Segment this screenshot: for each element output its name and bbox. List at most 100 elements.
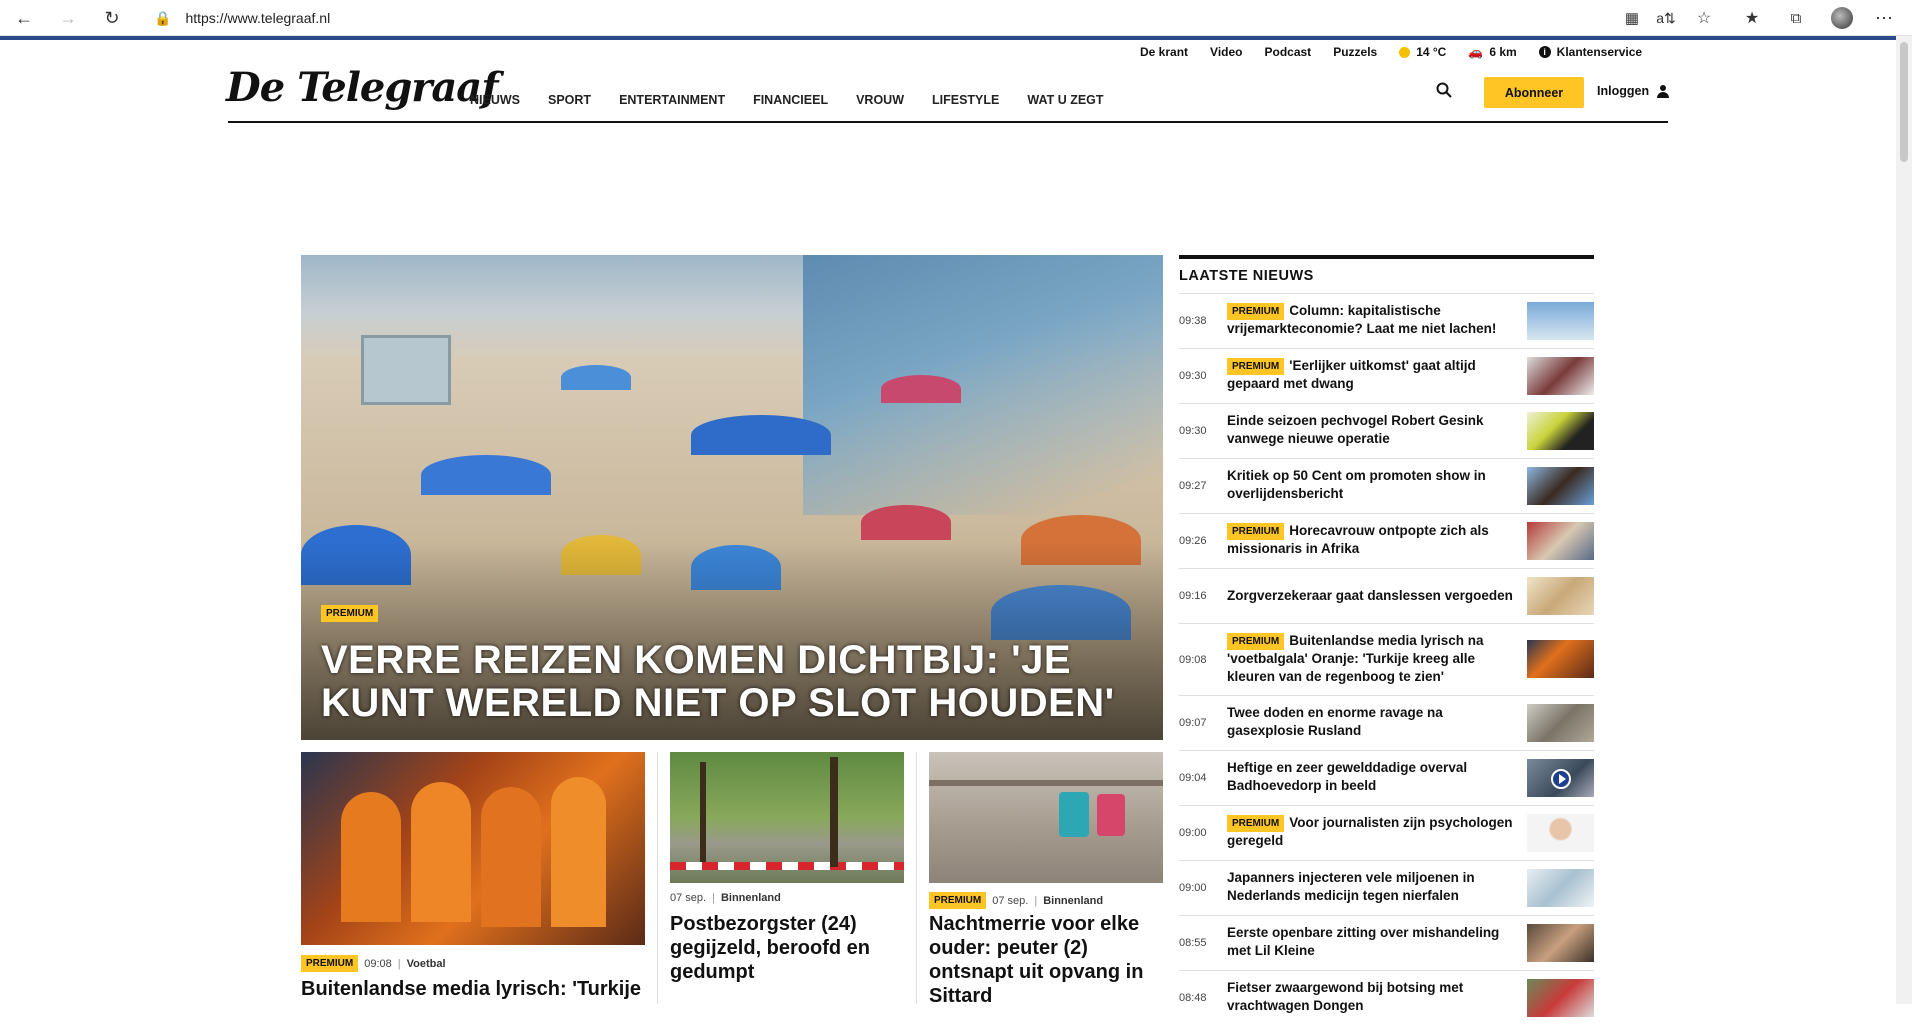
nav-item-entertainment[interactable]: ENTERTAINMENT <box>619 93 725 107</box>
list-item[interactable]: 09:16 Zorgverzekeraar gaat danslessen ve… <box>1179 568 1594 623</box>
item-title[interactable]: PREMIUM Column: kapitalistische vrijemark… <box>1227 302 1522 338</box>
premium-badge: PREMIUM <box>1227 358 1285 375</box>
article-time: 09:08 <box>364 957 392 970</box>
play-icon[interactable] <box>1551 769 1571 789</box>
item-title[interactable]: Einde seizoen pechvogel Robert Gesink va… <box>1227 412 1522 448</box>
item-title[interactable]: Twee doden en enorme ravage na gasexplos… <box>1227 704 1522 740</box>
list-item[interactable]: 09:27 Kritiek op 50 Cent om promoten sho… <box>1179 458 1594 513</box>
tree-trunk <box>830 757 838 867</box>
article-time: 07 sep. <box>670 892 707 904</box>
search-icon[interactable] <box>1436 82 1452 103</box>
item-thumbnail <box>1527 869 1594 907</box>
sun-icon <box>1399 46 1411 58</box>
police-tape <box>670 862 904 870</box>
header-divider <box>228 121 1668 123</box>
premium-badge: PREMIUM <box>301 955 359 972</box>
more-icon[interactable]: ⋯ <box>1872 6 1896 30</box>
profile-avatar[interactable] <box>1830 6 1854 30</box>
back-icon[interactable]: ← <box>12 6 36 30</box>
item-title[interactable]: Eerste openbare zitting over mishandelin… <box>1227 924 1522 960</box>
item-title[interactable]: PREMIUM 'Eerlijker uitkomst' gaat altijd … <box>1227 357 1522 393</box>
refresh-icon[interactable]: ↻ <box>100 6 124 30</box>
article-card[interactable]: PREMIUM 09:08 | Voetbal Buitenlandse medi… <box>301 752 645 1004</box>
user-icon <box>1657 84 1670 98</box>
link-podcast[interactable]: Podcast <box>1265 45 1312 59</box>
item-title[interactable]: Kritiek op 50 Cent om promoten show in o… <box>1227 467 1522 503</box>
article-title[interactable]: Postbezorgster (24) gegijzeld, beroofd e… <box>670 912 904 984</box>
favorites-icon[interactable]: ★ <box>1740 6 1764 30</box>
hero-image-umbrella <box>861 505 951 540</box>
item-title[interactable]: Heftige en zeer gewelddadige overval Bad… <box>1227 759 1522 795</box>
forward-icon[interactable]: → <box>56 6 80 30</box>
nav-item-lifestyle[interactable]: LIFESTYLE <box>932 93 999 107</box>
translate-icon[interactable]: a⇅ <box>1654 6 1678 30</box>
item-title[interactable]: Japanners injecteren vele miljoenen in N… <box>1227 869 1522 905</box>
article-time: 07 sep. <box>992 894 1029 907</box>
nav-item-vrouw[interactable]: VROUW <box>856 93 904 107</box>
item-title[interactable]: PREMIUM Voor journalisten zijn psychologe… <box>1227 814 1522 850</box>
premium-badge: PREMIUM <box>929 892 987 909</box>
article-card[interactable]: 07 sep. | Binnenland Postbezorgster (24) … <box>670 752 904 1004</box>
link-video[interactable]: Video <box>1210 45 1242 59</box>
item-time: 09:26 <box>1179 535 1207 547</box>
link-krant[interactable]: De krant <box>1140 45 1188 59</box>
hero-image-umbrella <box>421 455 551 495</box>
item-time: 09:30 <box>1179 370 1207 382</box>
list-item[interactable]: 09:00 Japanners injecteren vele miljoene… <box>1179 860 1594 915</box>
list-item[interactable]: 09:00 PREMIUM Voor journalisten zijn psyc… <box>1179 805 1594 860</box>
article-title[interactable]: Nachtmerrie voor elke ouder: peuter (2) … <box>929 912 1163 1008</box>
premium-badge: PREMIUM <box>1227 303 1285 320</box>
article-image <box>301 752 645 945</box>
nav-item-financieel[interactable]: FINANCIEEL <box>753 93 828 107</box>
list-item[interactable]: 08:48 Fietser zwaargewond bij botsing me… <box>1179 970 1594 1025</box>
item-title[interactable]: Fietser zwaargewond bij botsing met vrac… <box>1227 979 1522 1015</box>
link-puzzels[interactable]: Puzzels <box>1333 45 1377 59</box>
list-item[interactable]: 08:55 Eerste openbare zitting over misha… <box>1179 915 1594 970</box>
list-item[interactable]: 09:30 PREMIUM 'Eerlijker uitkomst' gaat a… <box>1179 348 1594 403</box>
item-title[interactable]: PREMIUM Buitenlandse media lyrisch na 'vo… <box>1227 632 1522 686</box>
traffic-widget[interactable]: 🚗 6 km <box>1468 45 1516 59</box>
hanging-bag <box>1059 792 1089 837</box>
list-item[interactable]: 09:08 PREMIUM Buitenlandse media lyrisch … <box>1179 623 1594 695</box>
list-item[interactable]: 09:26 PREMIUM Horecavrouw ontpopte zich a… <box>1179 513 1594 568</box>
article-card[interactable]: PREMIUM 07 sep. | Binnenland Nachtmerrie … <box>929 752 1163 1007</box>
list-item[interactable]: 09:30 Einde seizoen pechvogel Robert Ges… <box>1179 403 1594 458</box>
item-title[interactable]: PREMIUM Horecavrouw ontpopte zich als mis… <box>1227 522 1522 558</box>
site-logo[interactable]: De Telegraaf <box>226 64 498 111</box>
list-item[interactable]: 09:07 Twee doden en enorme ravage na gas… <box>1179 695 1594 750</box>
weather-widget[interactable]: 14 °C <box>1399 45 1446 59</box>
article-section[interactable]: Voetbal <box>407 958 446 970</box>
list-item[interactable]: 09:38 PREMIUM Column: kapitalistische vri… <box>1179 293 1594 348</box>
favorite-add-icon[interactable]: ☆ <box>1692 6 1716 30</box>
player-figure <box>481 787 541 927</box>
hanging-bag <box>1097 794 1125 836</box>
scrollbar-thumb[interactable] <box>1900 42 1908 162</box>
nav-item-sport[interactable]: SPORT <box>548 93 591 107</box>
nav-item-nieuws[interactable]: NIEUWS <box>470 93 520 107</box>
article-title[interactable]: Buitenlandse media lyrisch: 'Turkije <box>301 977 645 1001</box>
subscribe-button[interactable]: Abonneer <box>1484 77 1584 108</box>
latest-list: 09:38 PREMIUM Column: kapitalistische vri… <box>1179 293 1594 1025</box>
hero-image-umbrella <box>691 415 831 455</box>
coat-rack <box>929 780 1163 786</box>
item-time: 09:38 <box>1179 315 1207 327</box>
list-item[interactable]: 09:04 Heftige en zeer gewelddadige overv… <box>1179 750 1594 805</box>
hero-article[interactable]: PREMIUM VERRE REIZEN KOMEN DICHTBIJ: 'JE… <box>301 255 1163 740</box>
collections-icon[interactable]: ⧉ <box>1784 6 1808 30</box>
scrollbar[interactable] <box>1896 36 1912 1004</box>
article-section[interactable]: Binnenland <box>1043 895 1103 907</box>
item-title[interactable]: Zorgverzekeraar gaat danslessen vergoede… <box>1227 587 1522 605</box>
item-time: 09:07 <box>1179 717 1207 729</box>
hero-title[interactable]: VERRE REIZEN KOMEN DICHTBIJ: 'JE KUNT WE… <box>321 639 1141 725</box>
address-bar[interactable]: 🔒 https://www.telegraaf.nl <box>140 3 1610 33</box>
accent-strip <box>0 36 1896 40</box>
item-time: 09:00 <box>1179 882 1207 894</box>
utility-bar: De krant Video Podcast Puzzels 14 °C 🚗 6 … <box>1140 42 1642 62</box>
article-section[interactable]: Binnenland <box>721 892 781 904</box>
login-button[interactable]: Inloggen <box>1597 84 1670 98</box>
nav-item-wat-u-zegt[interactable]: WAT U ZEGT <box>1027 93 1103 107</box>
link-klantenservice[interactable]: i Klantenservice <box>1538 45 1642 59</box>
apps-icon[interactable]: ▦ <box>1620 6 1644 30</box>
item-thumbnail <box>1527 412 1594 450</box>
item-thumbnail <box>1527 302 1594 340</box>
